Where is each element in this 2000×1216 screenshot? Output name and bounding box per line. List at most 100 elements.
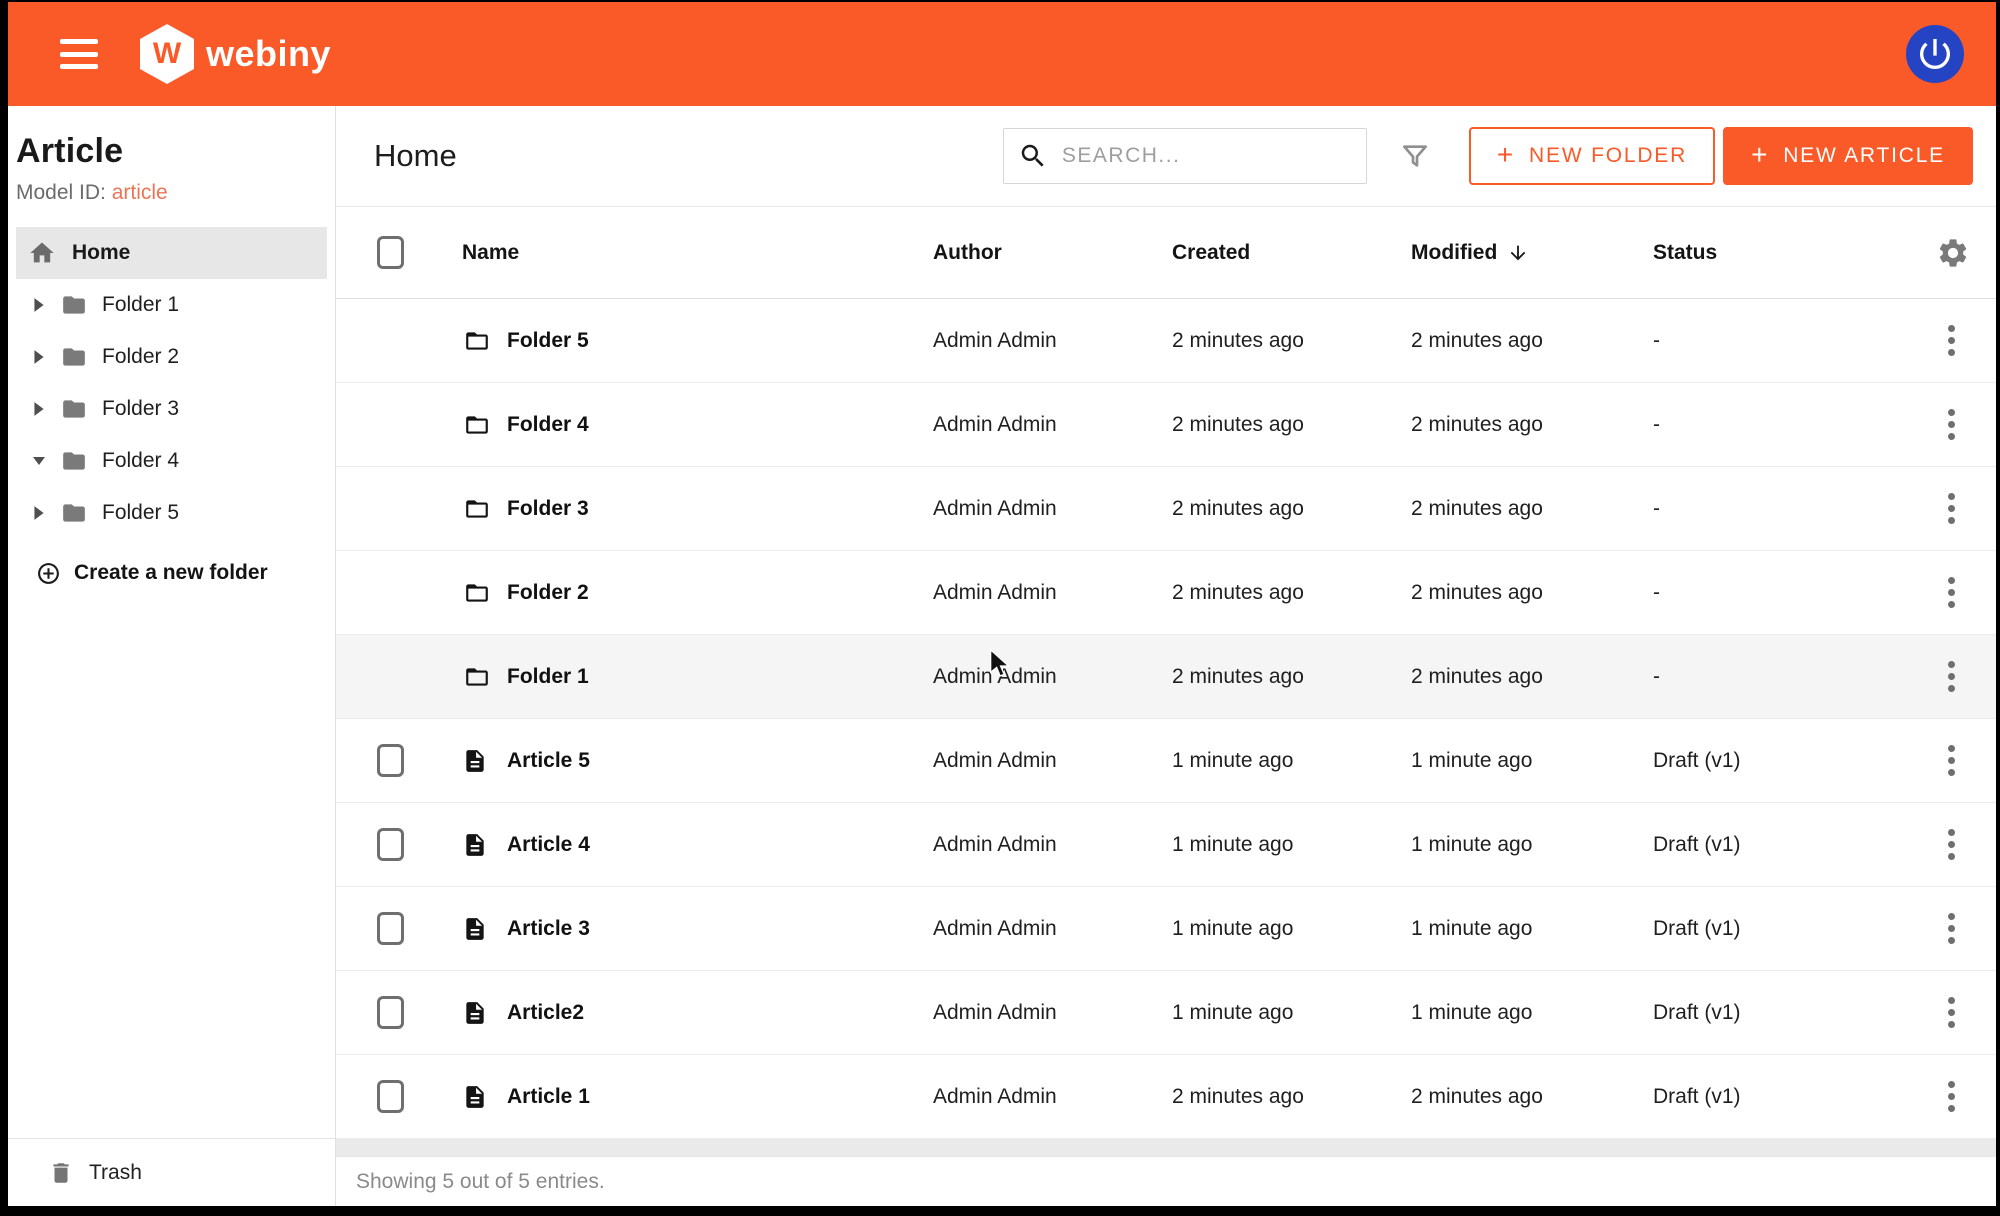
column-header-name[interactable]: Name	[462, 241, 933, 265]
sidebar-folder-item-folder-5[interactable]: Folder 5	[8, 487, 335, 539]
table-row-article-1[interactable]: Article 1 Admin Admin 2 minutes ago 2 mi…	[336, 1055, 1996, 1139]
webiny-logo[interactable]: W webiny	[140, 24, 331, 84]
row-status: Draft (v1)	[1653, 1001, 1936, 1025]
select-all-checkbox[interactable]	[377, 236, 404, 269]
row-menu-button[interactable]	[1938, 823, 1965, 866]
search-icon	[1018, 141, 1048, 171]
column-header-modified[interactable]: Modified	[1411, 241, 1653, 265]
row-modified: 1 minute ago	[1411, 917, 1653, 941]
row-status: -	[1653, 497, 1936, 521]
row-name: Folder 1	[507, 665, 933, 689]
column-header-created[interactable]: Created	[1172, 241, 1411, 265]
sort-desc-arrow-icon	[1507, 242, 1529, 264]
row-author: Admin Admin	[933, 413, 1172, 437]
table-row-folder-3[interactable]: Folder 3 Admin Admin 2 minutes ago 2 min…	[336, 467, 1996, 551]
row-menu-button[interactable]	[1938, 991, 1965, 1034]
entries-summary: Showing 5 out of 5 entries.	[356, 1170, 605, 1194]
table-row-article-3[interactable]: Article 3 Admin Admin 1 minute ago 1 min…	[336, 887, 1996, 971]
row-menu-button[interactable]	[1938, 403, 1965, 446]
row-name: Article2	[507, 1001, 933, 1025]
row-checkbox[interactable]	[377, 744, 404, 777]
main-content: Home + NEW FOLDER	[336, 106, 1996, 1206]
table-row-folder-1[interactable]: Folder 1 Admin Admin 2 minutes ago 2 min…	[336, 635, 1996, 719]
row-modified: 1 minute ago	[1411, 1001, 1653, 1025]
row-modified: 1 minute ago	[1411, 833, 1653, 857]
row-menu-button[interactable]	[1938, 907, 1965, 950]
sidebar-folder-item-folder-2[interactable]: Folder 2	[8, 331, 335, 383]
caret-icon[interactable]	[32, 455, 46, 467]
row-menu-button[interactable]	[1938, 319, 1965, 362]
row-created: 2 minutes ago	[1172, 581, 1411, 605]
table-header: Name Author Created Modified Status	[336, 207, 1996, 299]
row-created: 1 minute ago	[1172, 749, 1411, 773]
row-modified: 1 minute ago	[1411, 749, 1653, 773]
power-icon	[1915, 34, 1955, 74]
row-menu-button[interactable]	[1938, 655, 1965, 698]
row-modified: 2 minutes ago	[1411, 1085, 1653, 1109]
row-created: 2 minutes ago	[1172, 1085, 1411, 1109]
row-checkbox[interactable]	[377, 1080, 404, 1113]
sidebar-folder-item-folder-3[interactable]: Folder 3	[8, 383, 335, 435]
row-menu-button[interactable]	[1938, 739, 1965, 782]
folder-icon	[462, 328, 492, 354]
filter-button[interactable]	[1399, 139, 1431, 173]
row-status: -	[1653, 581, 1936, 605]
sidebar-folder-item-folder-1[interactable]: Folder 1	[8, 279, 335, 331]
column-header-status[interactable]: Status	[1653, 241, 1936, 265]
row-created: 2 minutes ago	[1172, 329, 1411, 353]
document-icon	[462, 998, 488, 1028]
user-avatar[interactable]	[1906, 25, 1964, 83]
gear-icon	[1936, 236, 1970, 270]
search-input[interactable]	[1062, 144, 1366, 168]
row-name: Folder 2	[507, 581, 933, 605]
row-checkbox[interactable]	[377, 912, 404, 945]
row-created: 1 minute ago	[1172, 917, 1411, 941]
column-header-author[interactable]: Author	[933, 241, 1172, 265]
caret-icon[interactable]	[32, 401, 46, 417]
caret-right-icon	[33, 401, 45, 417]
webiny-app-window: W webiny Article Model ID: article	[8, 2, 1996, 1206]
horizontal-scrollbar[interactable]	[336, 1139, 1996, 1156]
home-icon	[28, 239, 56, 267]
row-author: Admin Admin	[933, 497, 1172, 521]
table-row-article-5[interactable]: Article 5 Admin Admin 1 minute ago 1 min…	[336, 719, 1996, 803]
trash-icon	[48, 1160, 74, 1186]
folder-icon	[462, 496, 492, 522]
trash-button[interactable]: Trash	[8, 1138, 335, 1206]
caret-icon[interactable]	[32, 349, 46, 365]
create-folder-button[interactable]: Create a new folder	[8, 545, 335, 601]
table-row-article2[interactable]: Article2 Admin Admin 1 minute ago 1 minu…	[336, 971, 1996, 1055]
new-article-button[interactable]: + NEW ARTICLE	[1723, 127, 1973, 185]
hamburger-menu-icon[interactable]	[60, 39, 98, 69]
row-checkbox[interactable]	[377, 996, 404, 1029]
row-menu-button[interactable]	[1938, 487, 1965, 530]
new-folder-button[interactable]: + NEW FOLDER	[1469, 127, 1715, 185]
folder-label: Folder 4	[102, 449, 179, 473]
table-settings-button[interactable]	[1936, 236, 1996, 270]
caret-icon[interactable]	[32, 505, 46, 521]
table-row-folder-5[interactable]: Folder 5 Admin Admin 2 minutes ago 2 min…	[336, 299, 1996, 383]
sidebar: Article Model ID: article Home Folder 1	[8, 106, 336, 1206]
row-created: 2 minutes ago	[1172, 665, 1411, 689]
row-modified: 2 minutes ago	[1411, 665, 1653, 689]
model-id: Model ID: article	[16, 181, 325, 205]
model-id-link[interactable]: article	[112, 181, 168, 204]
table-row-folder-2[interactable]: Folder 2 Admin Admin 2 minutes ago 2 min…	[336, 551, 1996, 635]
row-menu-button[interactable]	[1938, 1075, 1965, 1118]
table-row-folder-4[interactable]: Folder 4 Admin Admin 2 minutes ago 2 min…	[336, 383, 1996, 467]
table-row-article-4[interactable]: Article 4 Admin Admin 1 minute ago 1 min…	[336, 803, 1996, 887]
folder-icon	[59, 344, 89, 370]
caret-icon[interactable]	[32, 297, 46, 313]
table-footer: Showing 5 out of 5 entries.	[336, 1156, 1996, 1206]
folder-icon	[59, 292, 89, 318]
webiny-hexagon-icon: W	[140, 24, 194, 84]
row-checkbox[interactable]	[377, 828, 404, 861]
row-name: Article 5	[507, 749, 933, 773]
row-menu-button[interactable]	[1938, 571, 1965, 614]
sidebar-item-home[interactable]: Home	[16, 227, 327, 279]
content-header: Home + NEW FOLDER	[336, 106, 1996, 207]
row-author: Admin Admin	[933, 329, 1172, 353]
model-title: Article	[16, 132, 325, 171]
sidebar-folder-item-folder-4[interactable]: Folder 4	[8, 435, 335, 487]
caret-right-icon	[33, 297, 45, 313]
